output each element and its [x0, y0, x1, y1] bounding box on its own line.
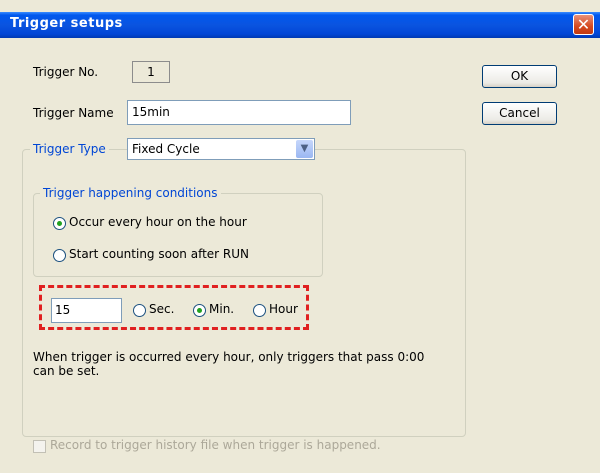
interval-value: 15 [55, 303, 71, 317]
radio-sec-label: Sec. [149, 302, 175, 316]
trigger-type-value: Fixed Cycle [132, 142, 200, 156]
note-text: When trigger is occurred every hour, onl… [33, 350, 425, 378]
trigger-setups-dialog: Trigger setups ✕ Trigger No. 1 OK Cancel… [0, 0, 600, 473]
trigger-name-value: 15min [132, 105, 170, 119]
radio-hour[interactable] [253, 304, 266, 317]
radio-occur-every-hour[interactable] [53, 217, 66, 230]
close-button[interactable]: ✕ [573, 14, 594, 35]
cancel-button[interactable]: Cancel [482, 102, 557, 125]
trigger-no-value: 1 [147, 65, 155, 79]
dialog-body: Trigger No. 1 OK Cancel Trigger Name 15m… [0, 38, 600, 473]
trigger-type-label: Trigger Type [30, 142, 109, 156]
trigger-name-label: Trigger Name [33, 106, 114, 120]
trigger-no-label: Trigger No. [33, 65, 99, 79]
dialog-title: Trigger setups [10, 16, 123, 31]
close-icon: ✕ [576, 15, 591, 34]
trigger-name-input[interactable]: 15min [127, 100, 351, 125]
history-checkbox[interactable] [33, 440, 46, 453]
radio-sec[interactable] [133, 304, 146, 317]
radio-occur-every-hour-label: Occur every hour on the hour [69, 215, 247, 229]
title-bar: Trigger setups [0, 12, 600, 38]
radio-start-after-run-label: Start counting soon after RUN [69, 247, 250, 261]
radio-min-label: Min. [209, 302, 235, 316]
history-checkbox-label: Record to trigger history file when trig… [50, 438, 381, 452]
trigger-type-select[interactable]: Fixed Cycle ▼ [127, 138, 315, 160]
ok-button[interactable]: OK [482, 65, 557, 88]
radio-min[interactable] [193, 304, 206, 317]
radio-hour-label: Hour [269, 302, 298, 316]
interval-input[interactable]: 15 [51, 298, 122, 323]
chevron-down-icon[interactable]: ▼ [296, 140, 313, 158]
conditions-legend: Trigger happening conditions [40, 186, 221, 200]
conditions-group [33, 193, 323, 277]
trigger-no-field: 1 [132, 61, 170, 83]
radio-start-after-run[interactable] [53, 249, 66, 262]
